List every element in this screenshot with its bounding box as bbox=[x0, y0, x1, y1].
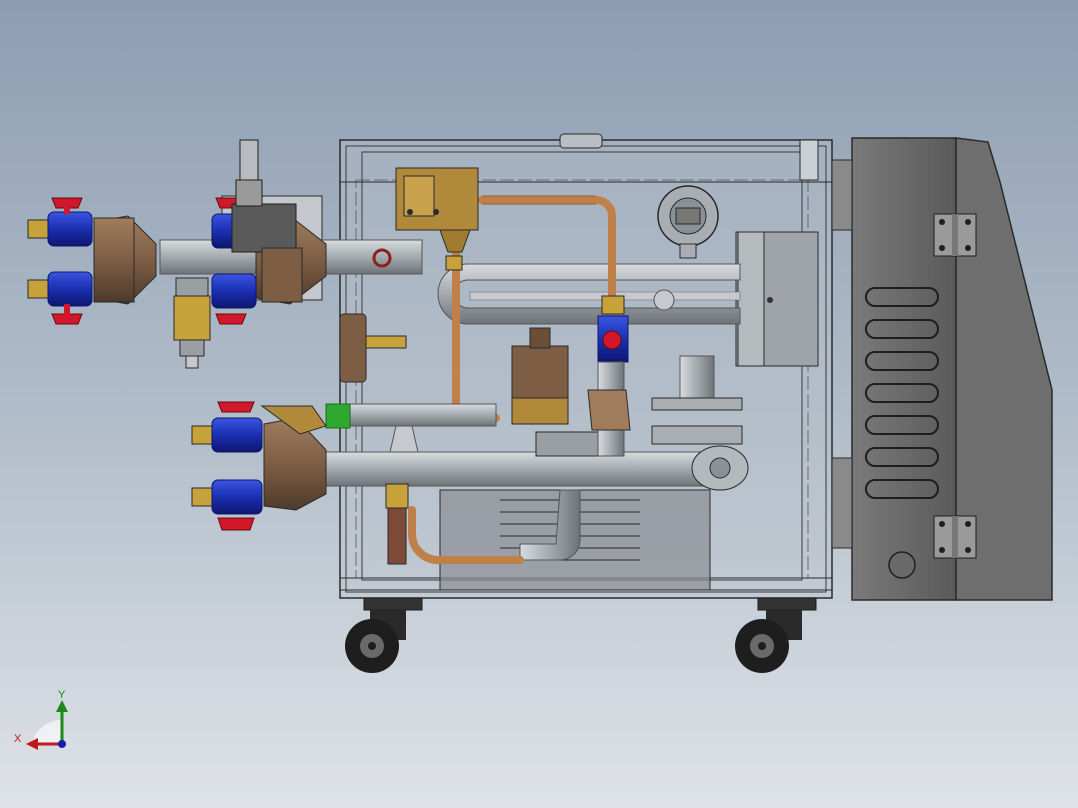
hinge-bottom bbox=[933, 515, 977, 559]
hinge-top bbox=[933, 213, 977, 257]
ball-valve-upper-left-top[interactable] bbox=[27, 197, 93, 247]
caster-right bbox=[735, 597, 817, 673]
ball-valve-lower-top[interactable] bbox=[191, 401, 263, 453]
ball-valve-upper-left-bottom[interactable] bbox=[27, 271, 93, 325]
ball-valve-lower-bottom[interactable] bbox=[191, 479, 263, 531]
cad-viewport[interactable]: Y X bbox=[0, 0, 1078, 808]
manifold-lower bbox=[263, 417, 327, 511]
y-strainer bbox=[173, 277, 211, 369]
temp-sensor bbox=[385, 483, 409, 565]
axis-y-label: Y bbox=[58, 689, 66, 701]
heater-pipes bbox=[437, 263, 741, 325]
manifold-upper bbox=[93, 215, 157, 305]
ball-valve-upper-inner-bottom[interactable] bbox=[211, 273, 257, 325]
cable-gland bbox=[888, 551, 916, 579]
electrical-box bbox=[831, 137, 1053, 601]
coordinate-triad: Y X bbox=[14, 689, 68, 750]
heater-tank bbox=[735, 231, 819, 367]
axis-x-label: X bbox=[14, 733, 22, 745]
ball-valve-center[interactable] bbox=[597, 295, 629, 363]
caster-left bbox=[345, 597, 423, 673]
